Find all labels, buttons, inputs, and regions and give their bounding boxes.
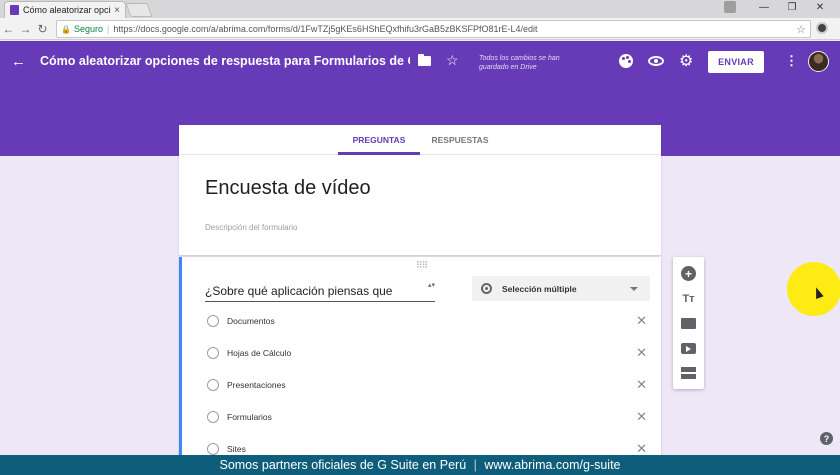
form-tabs: PREGUNTAS RESPUESTAS bbox=[179, 125, 661, 155]
banner-divider: | bbox=[473, 458, 477, 472]
add-video-icon[interactable] bbox=[681, 343, 696, 354]
dropdown-arrow-icon bbox=[630, 287, 638, 291]
back-nav-icon[interactable]: ← bbox=[0, 22, 17, 36]
option-radio-icon bbox=[207, 379, 219, 391]
new-tab-button[interactable] bbox=[125, 3, 153, 17]
address-separator: | bbox=[107, 24, 110, 34]
browser-tab-strip: Cómo aleatorizar opcio × — ❐ ✕ bbox=[0, 0, 840, 18]
option-label[interactable]: Sites bbox=[227, 444, 246, 454]
form-title[interactable]: Encuesta de vídeo bbox=[205, 177, 371, 200]
save-status: Todos los cambios se han guardado en Dri… bbox=[479, 55, 560, 71]
more-options-icon[interactable]: ⋮ bbox=[785, 53, 798, 69]
form-description-field[interactable]: Descripción del formulario bbox=[205, 223, 297, 232]
tab-responses[interactable]: RESPUESTAS bbox=[424, 135, 496, 145]
back-arrow-icon[interactable]: ← bbox=[11, 53, 26, 70]
remove-option-icon[interactable]: ✕ bbox=[636, 313, 647, 329]
question-type-dropdown[interactable]: Selección múltiple bbox=[472, 276, 650, 301]
restore-icon[interactable]: ❐ bbox=[778, 2, 806, 13]
option-radio-icon bbox=[207, 443, 219, 455]
forms-favicon-icon bbox=[10, 5, 19, 15]
question-type-label: Selección múltiple bbox=[502, 283, 577, 294]
star-icon[interactable]: ☆ bbox=[446, 52, 459, 69]
preview-eye-icon[interactable] bbox=[648, 56, 664, 66]
tab-questions[interactable]: PREGUNTAS bbox=[339, 135, 419, 145]
avatar[interactable] bbox=[808, 51, 829, 72]
add-title-icon[interactable]: Tт bbox=[681, 291, 696, 306]
add-section-icon[interactable] bbox=[681, 367, 696, 379]
remove-option-icon[interactable]: ✕ bbox=[636, 345, 647, 361]
browser-tab[interactable]: Cómo aleatorizar opcio × bbox=[4, 1, 126, 18]
option-label[interactable]: Hojas de Cálculo bbox=[227, 348, 291, 358]
remove-option-icon[interactable]: ✕ bbox=[636, 377, 647, 393]
option-item[interactable]: Documentos ✕ bbox=[207, 313, 647, 329]
browser-tab-title: Cómo aleatorizar opcio bbox=[23, 5, 112, 15]
close-window-icon[interactable]: ✕ bbox=[806, 2, 834, 13]
palette-icon[interactable] bbox=[619, 54, 633, 68]
banner-url: www.abrima.com/g-suite bbox=[484, 458, 621, 472]
option-item[interactable]: Formularios ✕ bbox=[207, 409, 647, 425]
forward-nav-icon[interactable]: → bbox=[17, 22, 34, 36]
banner-text: Somos partners oficiales de G Suite en P… bbox=[219, 458, 467, 472]
option-label[interactable]: Presentaciones bbox=[227, 380, 286, 390]
question-toolbar: + Tт bbox=[673, 257, 704, 389]
question-scroll-icon[interactable]: ▴▾ bbox=[428, 282, 435, 289]
radio-button-icon bbox=[481, 283, 492, 294]
url-text[interactable]: https://docs.google.com/a/abrima.com/for… bbox=[113, 24, 810, 34]
help-icon[interactable]: ? bbox=[820, 432, 833, 445]
window-controls: — ❐ ✕ bbox=[724, 1, 834, 13]
bookmark-star-icon[interactable]: ☆ bbox=[796, 23, 806, 36]
extension-icon[interactable] bbox=[816, 22, 828, 34]
settings-gear-icon[interactable]: ⚙ bbox=[679, 51, 693, 71]
question-card[interactable]: ⠿⠿ ¿Sobre qué aplicación piensas que ▴▾ … bbox=[179, 257, 661, 457]
browser-toolbar: ← → ↻ 🔒 Seguro | https://docs.google.com… bbox=[0, 18, 840, 40]
option-radio-icon bbox=[207, 347, 219, 359]
remove-option-icon[interactable]: ✕ bbox=[636, 409, 647, 425]
lock-icon: 🔒 bbox=[61, 24, 71, 34]
add-image-icon[interactable] bbox=[681, 318, 696, 329]
add-question-icon[interactable]: + bbox=[681, 266, 696, 281]
form-header-card: PREGUNTAS RESPUESTAS Encuesta de vídeo D… bbox=[179, 125, 661, 255]
tab-close-icon[interactable]: × bbox=[114, 5, 120, 16]
secure-label: Seguro bbox=[73, 24, 103, 34]
active-tab-indicator bbox=[338, 152, 420, 155]
question-title-input[interactable]: ¿Sobre qué aplicación piensas que bbox=[205, 284, 392, 298]
option-radio-icon bbox=[207, 411, 219, 423]
option-radio-icon bbox=[207, 315, 219, 327]
drag-handle-icon[interactable]: ⠿⠿ bbox=[416, 260, 428, 271]
address-bar[interactable]: 🔒 Seguro | https://docs.google.com/a/abr… bbox=[56, 20, 811, 38]
question-title-underline bbox=[205, 301, 435, 302]
profile-icon[interactable] bbox=[724, 1, 736, 13]
minimize-icon[interactable]: — bbox=[750, 2, 778, 13]
promo-banner: Somos partners oficiales de G Suite en P… bbox=[0, 455, 840, 475]
folder-icon[interactable] bbox=[418, 54, 431, 66]
reload-icon[interactable]: ↻ bbox=[34, 22, 51, 36]
option-item[interactable]: Hojas de Cálculo ✕ bbox=[207, 345, 647, 361]
option-label[interactable]: Documentos bbox=[227, 316, 275, 326]
send-button[interactable]: ENVIAR bbox=[708, 51, 764, 73]
document-title[interactable]: Cómo aleatorizar opciones de respuesta p… bbox=[40, 54, 410, 68]
option-item[interactable]: Presentaciones ✕ bbox=[207, 377, 647, 393]
option-label[interactable]: Formularios bbox=[227, 412, 272, 422]
